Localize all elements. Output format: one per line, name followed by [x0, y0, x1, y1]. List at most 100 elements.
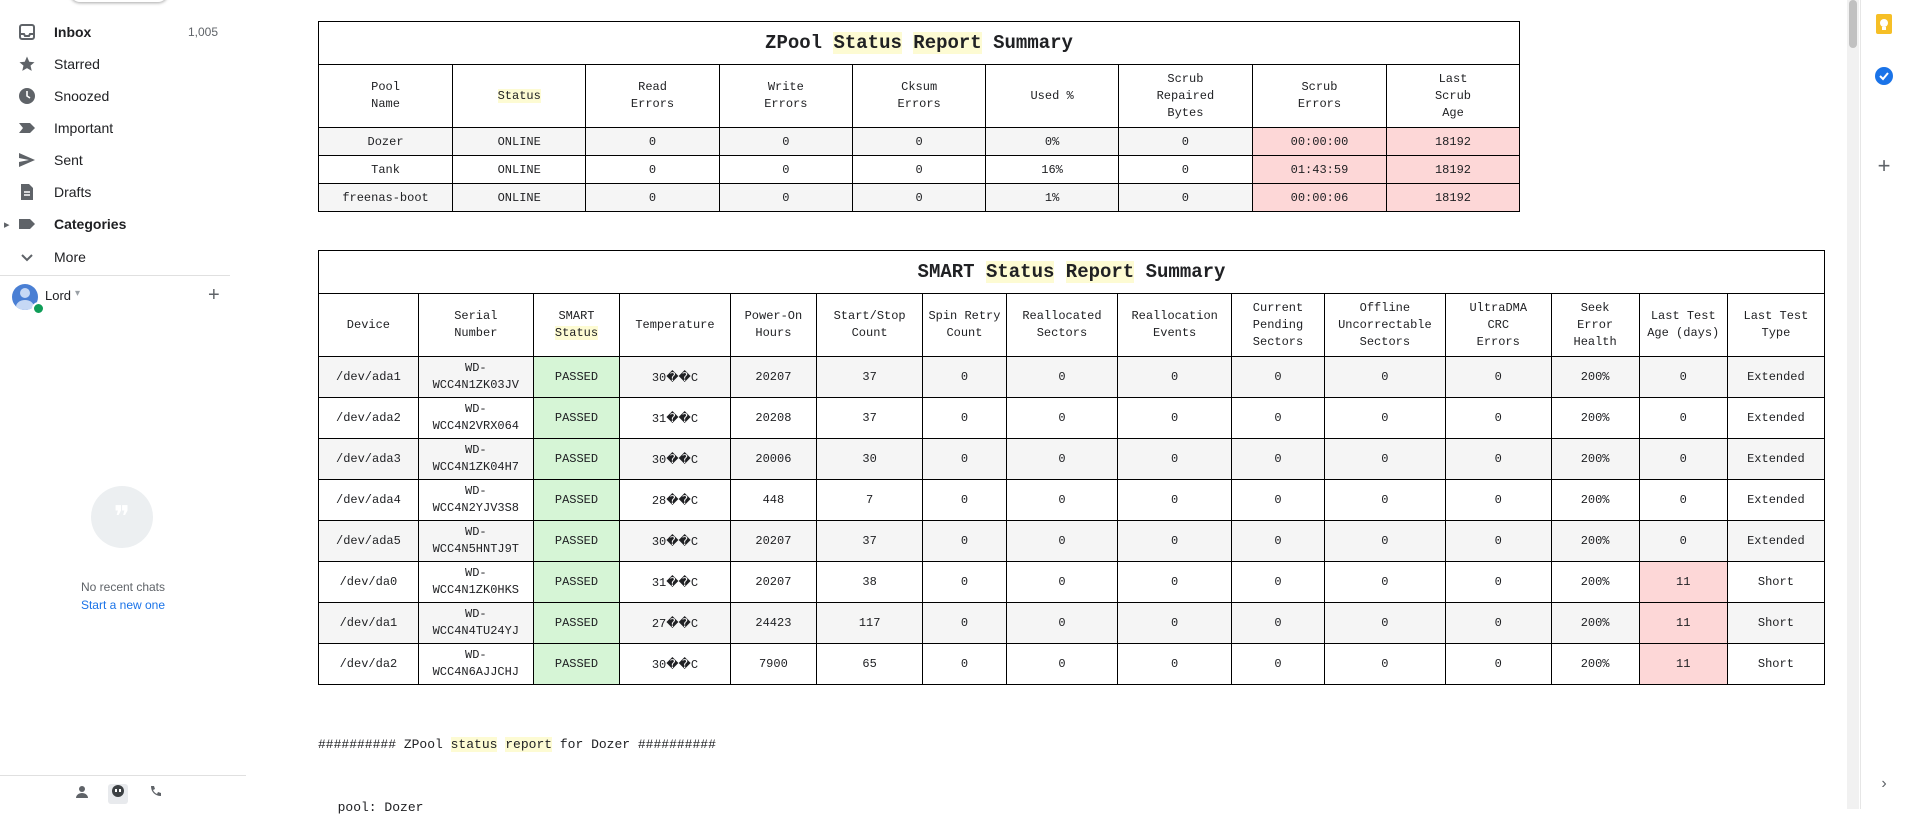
table-cell: 0	[1323, 643, 1446, 685]
chevron-right-icon[interactable]: ›	[1872, 772, 1896, 796]
table-cell: 24423	[729, 602, 818, 644]
contacts-icon[interactable]	[72, 784, 92, 804]
table-cell: Extended	[1726, 520, 1826, 562]
table-cell: ONLINE	[452, 127, 587, 156]
sidebar-item-label: More	[54, 249, 86, 265]
scrollbar-thumb[interactable]	[1849, 0, 1857, 48]
sidebar-item-important[interactable]: Important	[0, 112, 230, 144]
table-cell: 30��C	[619, 520, 731, 562]
table-cell: 0	[718, 155, 854, 184]
title-fragment	[902, 32, 913, 54]
table-cell: 18192	[1386, 127, 1520, 156]
add-addon-plus-icon[interactable]: +	[1872, 153, 1896, 178]
table-cell: 0%	[985, 127, 1119, 156]
sidebar-item-inbox[interactable]: Inbox 1,005	[0, 16, 230, 48]
column-header: Status	[452, 64, 587, 128]
table-cell: 0	[1231, 602, 1325, 644]
table-cell: 0	[1323, 479, 1446, 521]
table-cell: 0	[1231, 479, 1325, 521]
table-cell: 117	[816, 602, 924, 644]
add-chat-plus-icon[interactable]: +	[208, 284, 220, 307]
table-cell: 7900	[729, 643, 818, 685]
sidebar-item-categories[interactable]: ▸ Categories	[0, 208, 230, 240]
table-cell: 0	[585, 127, 720, 156]
table-cell: 0	[922, 397, 1007, 439]
table-cell: ONLINE	[452, 183, 587, 212]
keep-icon[interactable]	[1872, 12, 1896, 36]
title-fragment: Summary	[1134, 261, 1226, 283]
table-cell: 20207	[729, 520, 818, 562]
table-row: /dev/da1 WD- WCC4N4TU24YJ PASSED 27��C 24423 1…	[318, 602, 1826, 644]
start-new-chat-link[interactable]: Start a new one	[0, 598, 246, 612]
table-cell: Short	[1726, 561, 1826, 603]
column-header: Seek Error Health	[1550, 293, 1640, 357]
table-cell: 0	[1444, 397, 1552, 439]
table-cell: 0	[1117, 127, 1253, 156]
table-cell: 0	[1005, 397, 1119, 439]
send-icon	[17, 150, 37, 170]
table-cell: WD- WCC4N4TU24YJ	[417, 602, 534, 644]
table-cell: 0	[1444, 520, 1552, 562]
table-cell: 0	[1117, 479, 1233, 521]
column-header: Pool Name	[317, 64, 454, 128]
table-cell: 0	[1444, 602, 1552, 644]
column-header: Last Test Age (days)	[1638, 293, 1728, 357]
tasks-icon[interactable]	[1872, 64, 1896, 88]
scrollbar-track[interactable]	[1847, 0, 1859, 809]
zpool-report-heading: ########## ZPool status report for Dozer…	[318, 737, 716, 752]
table-row: /dev/ada2 WD- WCC4N2VRX064 PASSED 31��C 20208…	[318, 397, 1826, 439]
column-header: Offline Uncorrectable Sectors	[1323, 293, 1446, 357]
table-cell: 0	[585, 183, 720, 212]
title-fragment	[1054, 261, 1065, 283]
table-cell: 0	[922, 479, 1007, 521]
sidebar-item-snoozed[interactable]: Snoozed	[0, 80, 230, 112]
sidebar-item-more[interactable]: More	[0, 241, 230, 273]
table-cell: Extended	[1726, 356, 1826, 398]
title-fragment: report	[505, 737, 553, 752]
table-cell: 0	[585, 155, 720, 184]
table-cell: 0	[1117, 438, 1233, 480]
pool-name-line: pool: Dozer	[322, 800, 424, 815]
table-cell: Extended	[1726, 438, 1826, 480]
table-cell: Short	[1726, 602, 1826, 644]
table-cell: 38	[816, 561, 924, 603]
table-cell: 0	[1231, 397, 1325, 439]
sidebar-item-sent[interactable]: Sent	[0, 144, 230, 176]
user-name[interactable]: Lord	[45, 288, 71, 303]
table-cell: 0	[1323, 438, 1446, 480]
table-cell: 0	[1638, 356, 1728, 398]
sidebar-divider	[0, 275, 230, 276]
phone-icon[interactable]	[146, 784, 166, 804]
table-cell: 0	[1231, 561, 1325, 603]
sidebar-item-label: Categories	[54, 216, 127, 232]
column-header: Write Errors	[718, 64, 854, 128]
table-cell: 0	[1005, 479, 1119, 521]
label-icon	[17, 214, 37, 234]
sidebar-item-starred[interactable]: Starred	[0, 48, 230, 80]
title-fragment: Status	[985, 261, 1055, 283]
table-cell: /dev/ada1	[318, 356, 419, 398]
table-cell: 0	[1117, 643, 1233, 685]
title-fragment: ########## ZPool	[318, 737, 451, 752]
column-header: Last Scrub Age	[1386, 64, 1520, 128]
column-header: Reallocated Sectors	[1005, 293, 1119, 357]
table-cell: 0	[1444, 643, 1552, 685]
table-cell: 0	[922, 438, 1007, 480]
table-cell: 448	[729, 479, 818, 521]
table-cell: 11	[1638, 602, 1728, 644]
table-cell: /dev/ada4	[318, 479, 419, 521]
table-cell: 0	[1323, 520, 1446, 562]
table-cell: 31��C	[619, 561, 731, 603]
table-cell: WD- WCC4N1ZK03JV	[417, 356, 534, 398]
sidebar-item-drafts[interactable]: Drafts	[0, 176, 230, 208]
expand-arrow-icon[interactable]: ▸	[4, 218, 10, 231]
table-cell: 0	[1638, 397, 1728, 439]
table-cell: 20006	[729, 438, 818, 480]
table-cell: 18192	[1386, 183, 1520, 212]
hangouts-icon[interactable]	[108, 784, 128, 804]
table-cell: Tank	[317, 155, 454, 184]
table-cell: /dev/ada2	[318, 397, 419, 439]
user-account[interactable]: Lord ▾ +	[12, 284, 232, 315]
caret-down-icon[interactable]: ▾	[75, 288, 80, 299]
table-cell: 200%	[1550, 520, 1640, 562]
